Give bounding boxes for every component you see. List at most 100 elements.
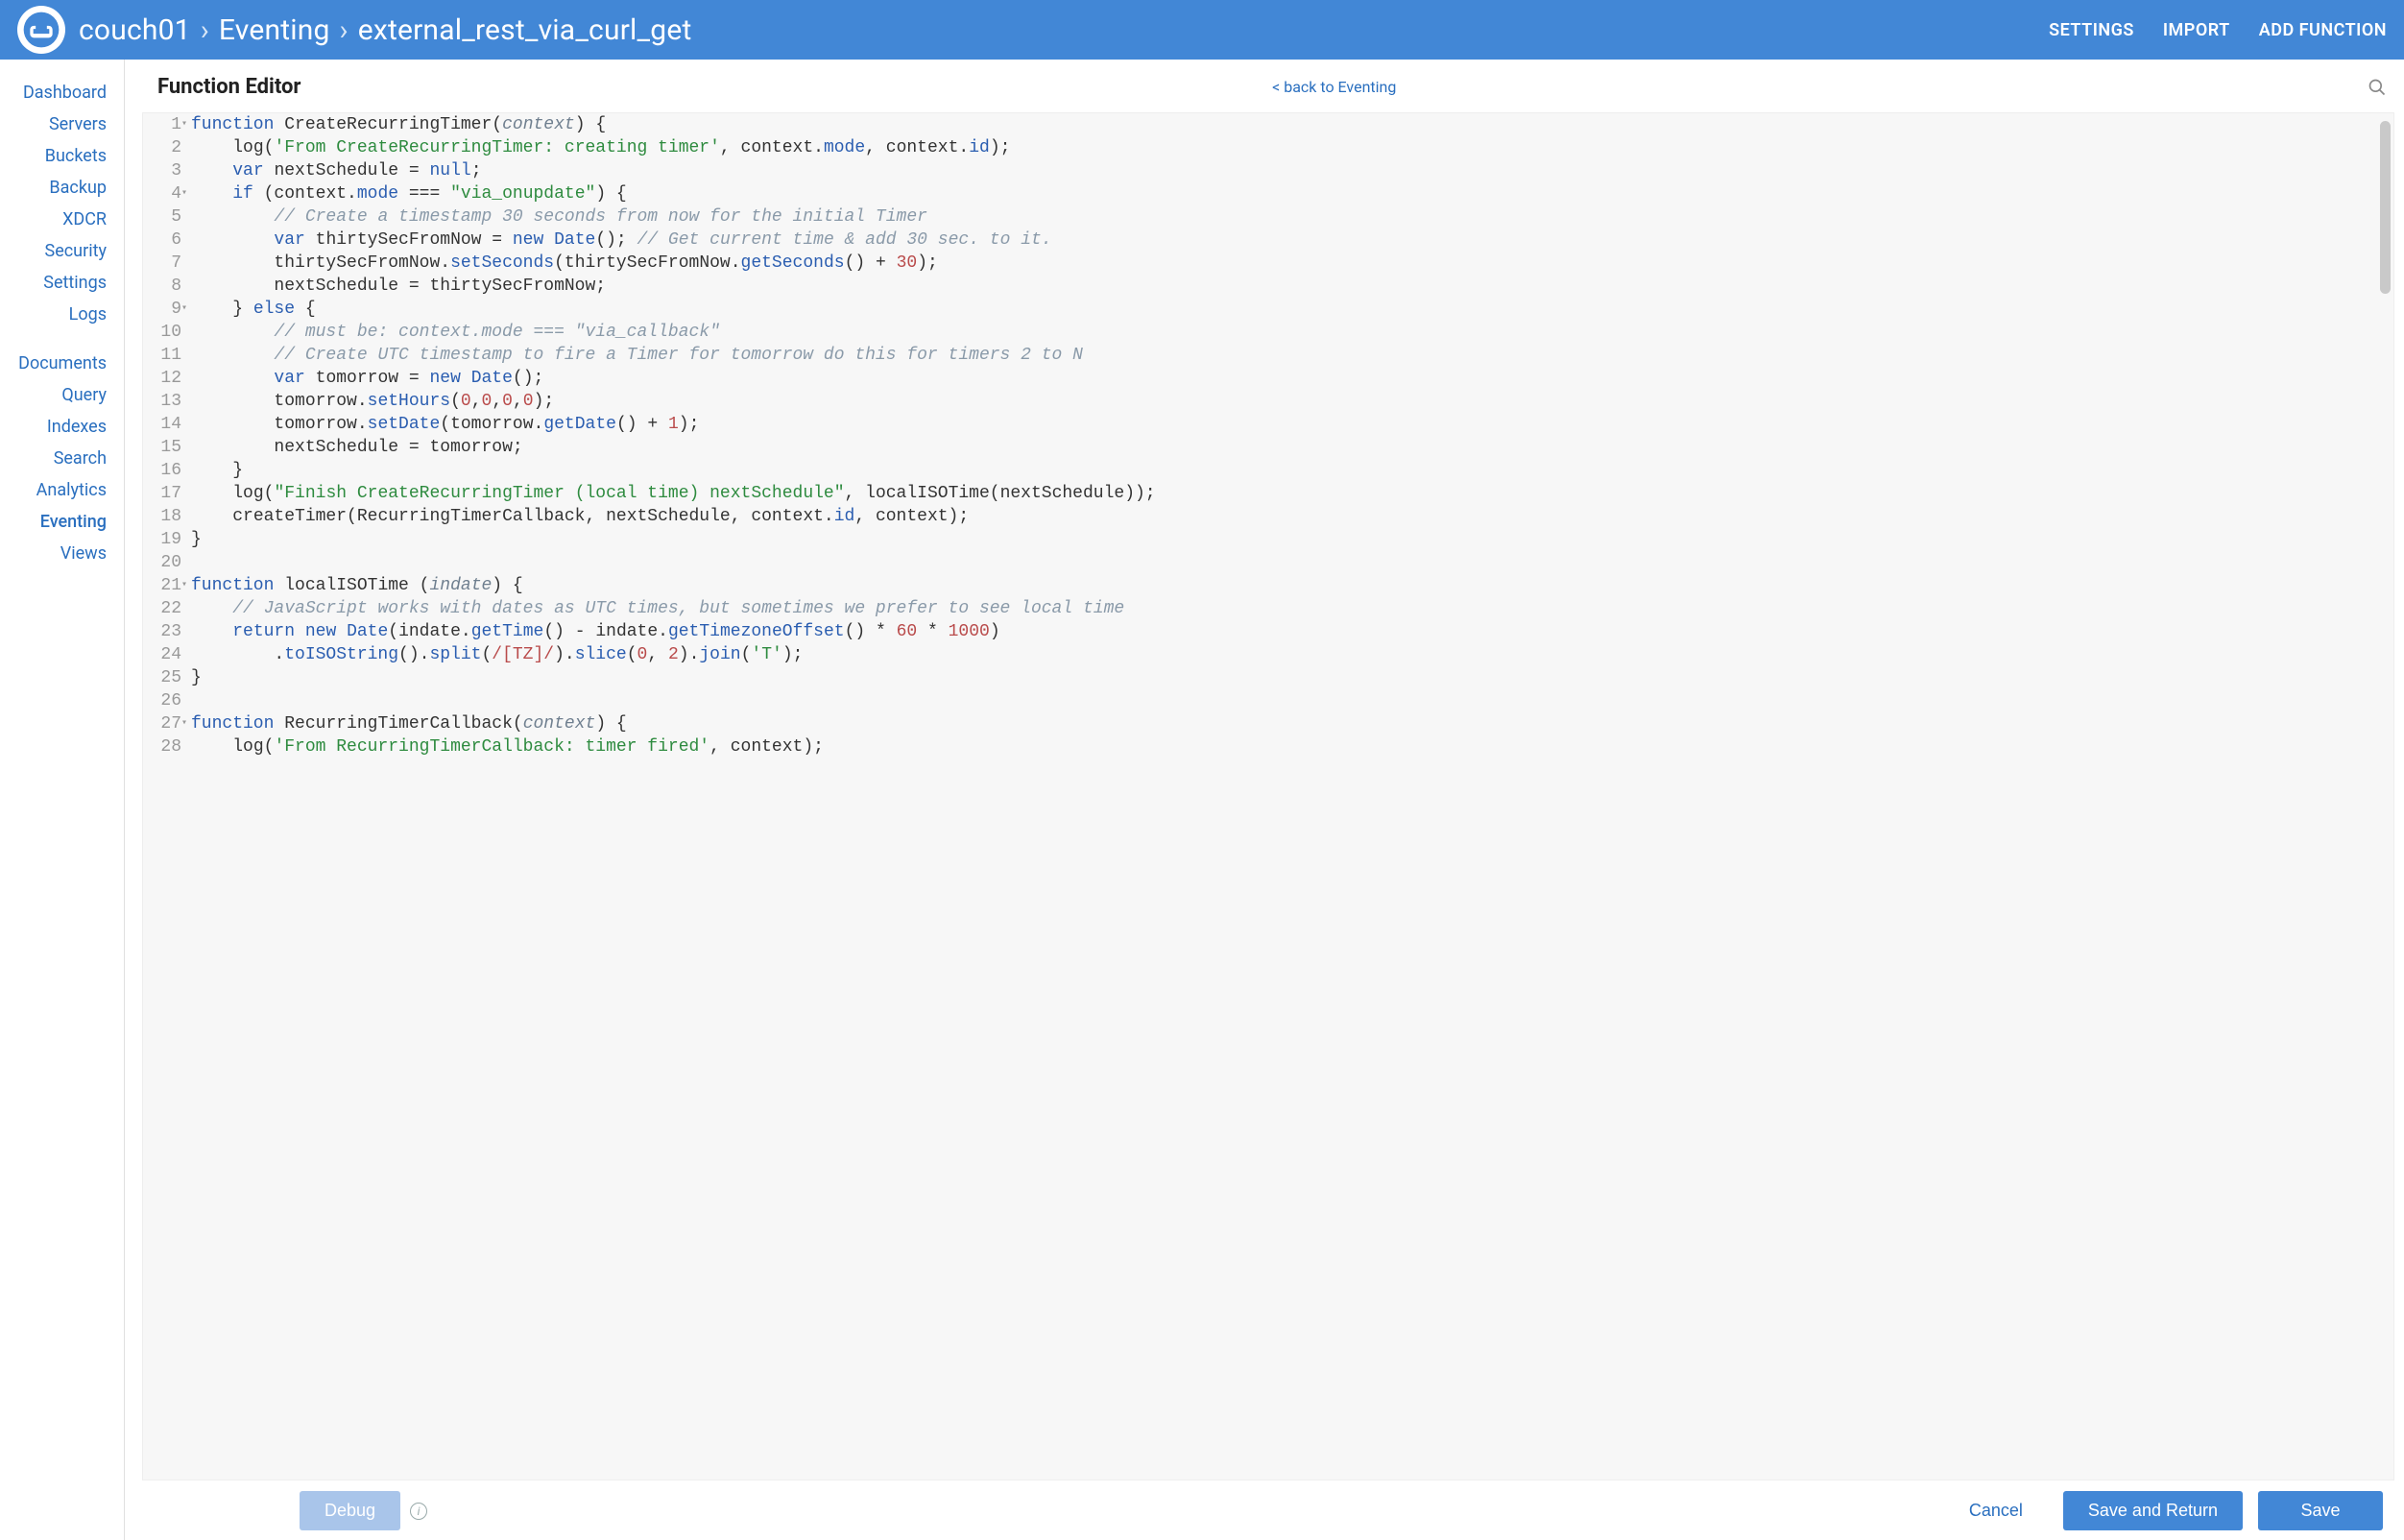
code-content[interactable]: }: [191, 459, 1156, 482]
code-content[interactable]: // must be: context.mode === "via_callba…: [191, 321, 1156, 344]
code-line[interactable]: 1▾function CreateRecurringTimer(context)…: [143, 113, 1156, 136]
sidebar-item-security[interactable]: Security: [0, 235, 124, 267]
sidebar-item-logs[interactable]: Logs: [0, 299, 124, 330]
code-editor[interactable]: 1▾function CreateRecurringTimer(context)…: [142, 112, 2394, 1480]
sidebar-item-documents[interactable]: Documents: [0, 348, 124, 379]
code-content[interactable]: // JavaScript works with dates as UTC ti…: [191, 597, 1156, 620]
fold-marker[interactable]: ▾: [181, 574, 191, 597]
gutter-line-number: 4: [143, 182, 181, 205]
code-content[interactable]: nextSchedule = thirtySecFromNow;: [191, 275, 1156, 298]
code-content[interactable]: tomorrow.setDate(tomorrow.getDate() + 1)…: [191, 413, 1156, 436]
code-line[interactable]: 10 // must be: context.mode === "via_cal…: [143, 321, 1156, 344]
code-line[interactable]: 22 // JavaScript works with dates as UTC…: [143, 597, 1156, 620]
sidebar-item-dashboard[interactable]: Dashboard: [0, 77, 124, 108]
cancel-button[interactable]: Cancel: [1944, 1491, 2048, 1530]
code-line[interactable]: 5 // Create a timestamp 30 seconds from …: [143, 205, 1156, 229]
sidebar-item-indexes[interactable]: Indexes: [0, 411, 124, 443]
code-content[interactable]: // Create UTC timestamp to fire a Timer …: [191, 344, 1156, 367]
breadcrumb-node-section[interactable]: Eventing: [219, 13, 330, 47]
code-content[interactable]: [191, 551, 1156, 574]
gutter-line-number: 23: [143, 620, 181, 643]
fold-marker: [181, 735, 191, 758]
code-content[interactable]: // Create a timestamp 30 seconds from no…: [191, 205, 1156, 229]
code-content[interactable]: return new Date(indate.getTime() - indat…: [191, 620, 1156, 643]
sidebar-item-views[interactable]: Views: [0, 538, 124, 569]
code-line[interactable]: 7 thirtySecFromNow.setSeconds(thirtySecF…: [143, 252, 1156, 275]
breadcrumb-node-cluster[interactable]: couch01: [79, 13, 191, 47]
code-line[interactable]: 2 log('From CreateRecurringTimer: creati…: [143, 136, 1156, 159]
code-line[interactable]: 19}: [143, 528, 1156, 551]
code-content[interactable]: } else {: [191, 298, 1156, 321]
code-line[interactable]: 3 var nextSchedule = null;: [143, 159, 1156, 182]
code-line[interactable]: 15 nextSchedule = tomorrow;: [143, 436, 1156, 459]
code-line[interactable]: 8 nextSchedule = thirtySecFromNow;: [143, 275, 1156, 298]
code-content[interactable]: if (context.mode === "via_onupdate") {: [191, 182, 1156, 205]
code-line[interactable]: 20: [143, 551, 1156, 574]
code-line[interactable]: 12 var tomorrow = new Date();: [143, 367, 1156, 390]
code-line[interactable]: 11 // Create UTC timestamp to fire a Tim…: [143, 344, 1156, 367]
save-and-return-button[interactable]: Save and Return: [2063, 1491, 2243, 1530]
code-content[interactable]: var thirtySecFromNow = new Date(); // Ge…: [191, 229, 1156, 252]
chevron-right-icon: ›: [201, 13, 209, 47]
code-content[interactable]: function CreateRecurringTimer(context) {: [191, 113, 1156, 136]
code-content[interactable]: nextSchedule = tomorrow;: [191, 436, 1156, 459]
import-link[interactable]: IMPORT: [2163, 20, 2230, 40]
search-icon[interactable]: [2368, 78, 2387, 97]
code-line[interactable]: 4▾ if (context.mode === "via_onupdate") …: [143, 182, 1156, 205]
code-content[interactable]: log('From RecurringTimerCallback: timer …: [191, 735, 1156, 758]
code-content[interactable]: function localISOTime (indate) {: [191, 574, 1156, 597]
sidebar-item-search[interactable]: Search: [0, 443, 124, 474]
code-line[interactable]: 17 log("Finish CreateRecurringTimer (loc…: [143, 482, 1156, 505]
code-line[interactable]: 25}: [143, 666, 1156, 689]
code-line[interactable]: 6 var thirtySecFromNow = new Date(); // …: [143, 229, 1156, 252]
code-line[interactable]: 28 log('From RecurringTimerCallback: tim…: [143, 735, 1156, 758]
code-content[interactable]: createTimer(RecurringTimerCallback, next…: [191, 505, 1156, 528]
save-button[interactable]: Save: [2258, 1491, 2383, 1530]
code-content[interactable]: function RecurringTimerCallback(context)…: [191, 712, 1156, 735]
logo[interactable]: [17, 6, 65, 54]
code-line[interactable]: 13 tomorrow.setHours(0,0,0,0);: [143, 390, 1156, 413]
fold-marker[interactable]: ▾: [181, 182, 191, 205]
sidebar-item-backup[interactable]: Backup: [0, 172, 124, 204]
code-line[interactable]: 26: [143, 689, 1156, 712]
code-content[interactable]: }: [191, 528, 1156, 551]
fold-marker: [181, 597, 191, 620]
code-content[interactable]: thirtySecFromNow.setSeconds(thirtySecFro…: [191, 252, 1156, 275]
sidebar-item-query[interactable]: Query: [0, 379, 124, 411]
fold-marker[interactable]: ▾: [181, 712, 191, 735]
scrollbar-vertical[interactable]: [2380, 121, 2391, 294]
code-content[interactable]: }: [191, 666, 1156, 689]
code-content[interactable]: [191, 689, 1156, 712]
code-content[interactable]: log("Finish CreateRecurringTimer (local …: [191, 482, 1156, 505]
code-content[interactable]: tomorrow.setHours(0,0,0,0);: [191, 390, 1156, 413]
code-line[interactable]: 24 .toISOString().split(/[TZ]/).slice(0,…: [143, 643, 1156, 666]
code-line[interactable]: 21▾function localISOTime (indate) {: [143, 574, 1156, 597]
sidebar-item-analytics[interactable]: Analytics: [0, 474, 124, 506]
code-content[interactable]: var nextSchedule = null;: [191, 159, 1156, 182]
sidebar-item-servers[interactable]: Servers: [0, 108, 124, 140]
code-line[interactable]: 9▾ } else {: [143, 298, 1156, 321]
sidebar-item-buckets[interactable]: Buckets: [0, 140, 124, 172]
fold-marker: [181, 505, 191, 528]
sidebar-item-xdcr[interactable]: XDCR: [0, 204, 124, 235]
back-to-eventing-link[interactable]: < back to Eventing: [1272, 78, 1396, 96]
code-content[interactable]: .toISOString().split(/[TZ]/).slice(0, 2)…: [191, 643, 1156, 666]
code-line[interactable]: 23 return new Date(indate.getTime() - in…: [143, 620, 1156, 643]
code-line[interactable]: 18 createTimer(RecurringTimerCallback, n…: [143, 505, 1156, 528]
code-content[interactable]: var tomorrow = new Date();: [191, 367, 1156, 390]
code-line[interactable]: 14 tomorrow.setDate(tomorrow.getDate() +…: [143, 413, 1156, 436]
sidebar-item-eventing[interactable]: Eventing: [0, 506, 124, 538]
gutter-line-number: 6: [143, 229, 181, 252]
add-function-link[interactable]: ADD FUNCTION: [2259, 20, 2387, 40]
debug-button[interactable]: Debug: [300, 1491, 400, 1530]
code-line[interactable]: 27▾function RecurringTimerCallback(conte…: [143, 712, 1156, 735]
sidebar-item-settings[interactable]: Settings: [0, 267, 124, 299]
code-line[interactable]: 16 }: [143, 459, 1156, 482]
code-content[interactable]: log('From CreateRecurringTimer: creating…: [191, 136, 1156, 159]
info-icon[interactable]: i: [410, 1503, 427, 1520]
fold-marker[interactable]: ▾: [181, 298, 191, 321]
settings-link[interactable]: SETTINGS: [2049, 20, 2134, 40]
gutter-line-number: 26: [143, 689, 181, 712]
fold-marker[interactable]: ▾: [181, 113, 191, 136]
fold-marker: [181, 666, 191, 689]
